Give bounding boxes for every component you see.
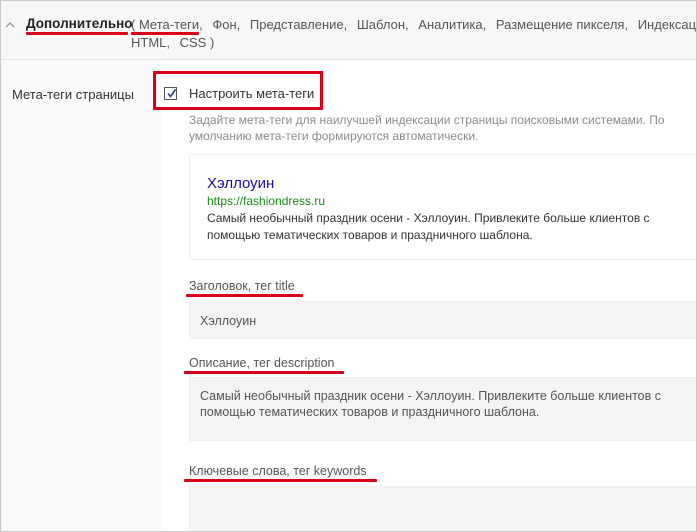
section-header[interactable]: Дополнительно ( Мета-теги, Фон, Представ… [1, 1, 696, 60]
preview-url: https://fashiondress.ru [207, 194, 326, 208]
tab-background[interactable]: Фон, [212, 17, 240, 32]
title-field-label: Заголовок, тег title [189, 279, 295, 293]
annotation-underline-description [184, 371, 344, 374]
tab-template[interactable]: Шаблон, [357, 17, 409, 32]
section-tabs: ( Мета-теги, Фон, Представление, Шаблон,… [131, 17, 696, 32]
tab-meta-tags[interactable]: ( Мета-теги, [131, 17, 203, 32]
configure-meta-checkbox[interactable] [164, 87, 177, 100]
tab-html[interactable]: HTML, [131, 35, 170, 50]
keywords-field-label: Ключевые слова, тег keywords [189, 464, 367, 478]
preview-description: Самый необычный праздник осени - Хэллоуи… [207, 211, 650, 242]
chevron-up-icon[interactable] [4, 18, 16, 30]
annotation-underline-title [186, 294, 303, 297]
section-title[interactable]: Дополнительно [26, 16, 133, 31]
annotation-underline-section [26, 32, 128, 35]
tab-pixel[interactable]: Размещение пикселя, [496, 17, 628, 32]
title-input[interactable]: Хэллоуин [189, 301, 696, 339]
description-textarea[interactable]: Самый необычный праздник осени - Хэллоуи… [189, 377, 696, 441]
meta-row-label: Мета-теги страницы [12, 87, 134, 102]
description-textarea-value: Самый необычный праздник осени - Хэллоуи… [200, 389, 661, 419]
annotation-underline-keywords [184, 479, 377, 482]
meta-hint-text: Задайте мета-теги для наилучшей индексац… [189, 113, 665, 143]
tab-indexing[interactable]: Индексация, [638, 17, 696, 32]
section-tabs-line2: HTML, CSS ) [131, 35, 214, 50]
configure-meta-label[interactable]: Настроить мета-теги [189, 86, 314, 101]
preview-title: Хэллоуин [207, 175, 275, 192]
tab-analytics[interactable]: Аналитика, [418, 17, 486, 32]
checkmark-icon [167, 89, 177, 98]
title-input-value: Хэллоуин [200, 314, 257, 328]
search-preview-card: Хэллоуин https://fashiondress.ru Самый н… [189, 154, 696, 260]
annotation-underline-meta-tab [131, 32, 199, 35]
tab-css[interactable]: CSS ) [180, 35, 215, 50]
settings-panel: Дополнительно ( Мета-теги, Фон, Представ… [0, 0, 697, 532]
tab-view[interactable]: Представление, [250, 17, 347, 32]
label-column [1, 60, 161, 531]
keywords-textarea[interactable] [189, 486, 696, 531]
description-field-label: Описание, тег description [189, 356, 335, 370]
